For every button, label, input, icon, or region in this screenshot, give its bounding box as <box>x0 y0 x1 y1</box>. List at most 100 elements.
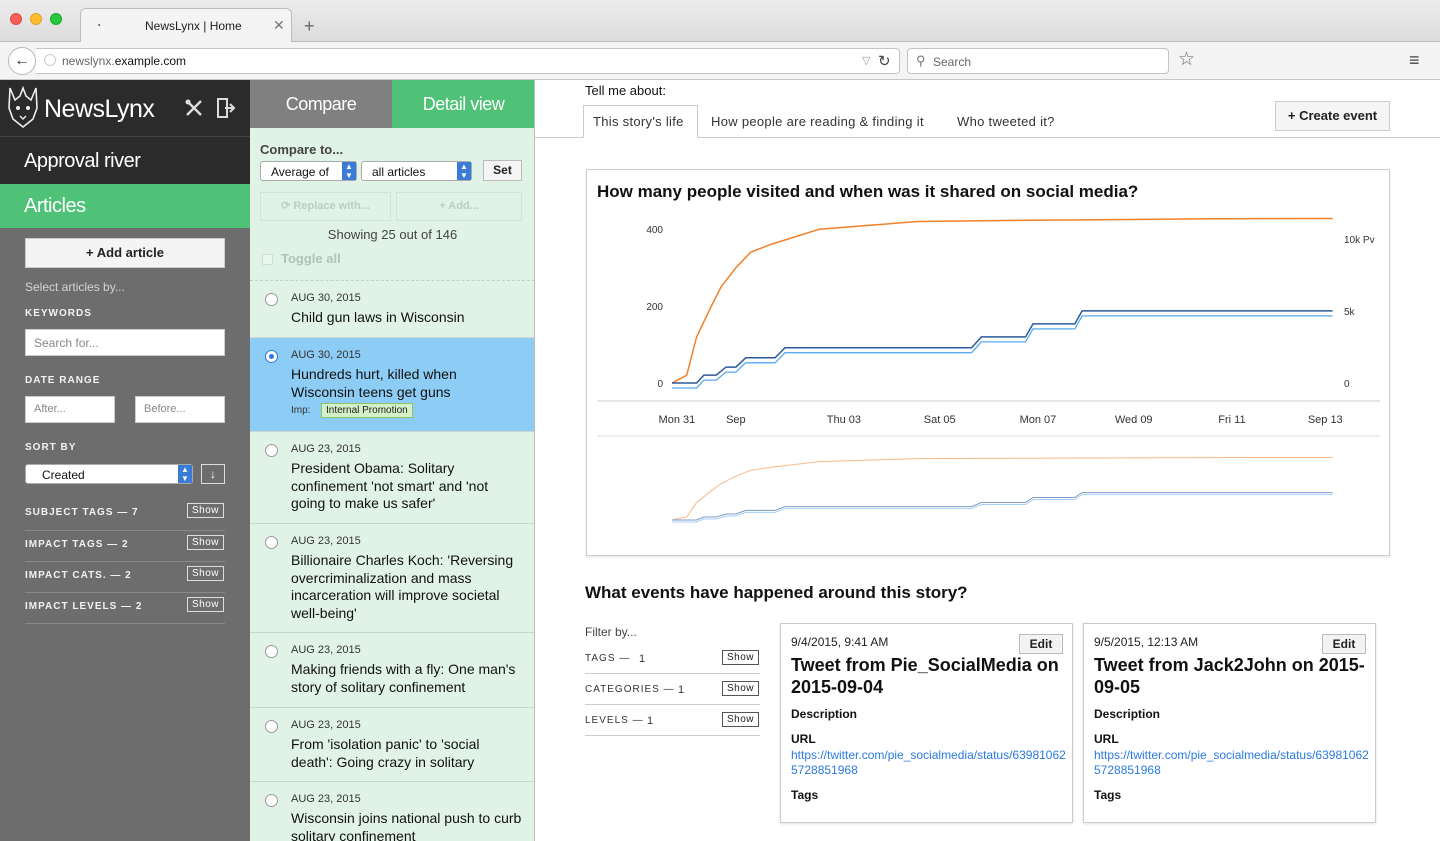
browser-tab[interactable]: ᛫ NewsLynx | Home ✕ <box>80 8 292 43</box>
article-radio[interactable] <box>265 794 278 807</box>
event-title: Tweet from Pie_SocialMedia on 2015-09-04 <box>791 655 1059 697</box>
article-radio-checked[interactable] <box>265 350 278 363</box>
article-item[interactable]: AUG 30, 2015 Child gun laws in Wisconsin <box>250 281 534 338</box>
filter-impact-tags: IMPACT TAGS — 2 Show <box>25 531 225 562</box>
nav-approval-river[interactable]: Approval river <box>0 136 250 184</box>
keywords-search-input[interactable]: Search for... <box>25 329 225 356</box>
back-button[interactable]: ← <box>8 47 36 75</box>
article-item[interactable]: AUG 23, 2015 From 'isolation panic' to '… <box>250 708 534 782</box>
replace-with-button[interactable]: ⟳ Replace with... <box>260 192 391 221</box>
brush-series-line-secondary <box>672 494 1333 523</box>
sort-select-value: Created <box>42 468 85 482</box>
event-edit-button[interactable]: Edit <box>1019 634 1063 654</box>
show-impact-levels-button[interactable]: Show <box>187 597 225 612</box>
compare-scope-select[interactable]: all articles ▲ ▼ <box>361 161 472 181</box>
article-item[interactable]: AUG 23, 2015 President Obama: Solitary c… <box>250 432 534 524</box>
impact-tag-badge: Internal Promotion <box>321 403 413 418</box>
articles-panel: Compare Detail view Compare to... Averag… <box>250 80 535 841</box>
brush-series-line <box>672 492 1333 521</box>
compare-scope-value: all articles <box>372 165 426 179</box>
url-bar[interactable]: newslynx.example.com ▽ ↻ <box>36 48 900 74</box>
y-right-tick-label: 10k Pv <box>1344 235 1375 246</box>
event-edit-button[interactable]: Edit <box>1322 634 1366 654</box>
browser-search-bar[interactable]: ⚲ Search <box>907 48 1169 74</box>
set-button[interactable]: Set <box>483 160 522 181</box>
tab-reading-finding[interactable]: How people are reading & finding it <box>711 114 924 129</box>
article-item[interactable]: AUG 23, 2015 Making friends with a fly: … <box>250 633 534 708</box>
y-left-tick-label: 0 <box>657 379 663 390</box>
show-subject-tags-button[interactable]: Show <box>187 503 225 518</box>
date-range-label: DATE RANGE <box>25 375 101 386</box>
reload-icon[interactable]: ↻ <box>878 52 891 70</box>
sort-direction-button[interactable]: ↓ <box>201 464 225 484</box>
y-right-tick-label: 0 <box>1344 379 1350 390</box>
add-article-button[interactable]: + Add article <box>25 238 225 268</box>
toggle-all-checkbox[interactable] <box>262 254 273 265</box>
timeseries-chart[interactable]: Mon 31 Sep Thu 03 Sat 05 Mon 07 Wed 09 Fri 11 S… <box>587 170 1391 557</box>
tab-close-icon[interactable]: ✕ <box>273 17 285 34</box>
article-radio[interactable] <box>265 536 278 549</box>
tab-detail-view[interactable]: Detail view <box>392 80 534 128</box>
compare-mode-select[interactable]: Average of ▲ ▼ <box>260 161 357 181</box>
event-filter-levels: LEVELS — 1 Show <box>585 705 760 736</box>
event-filter-count: 1 <box>647 715 654 727</box>
sort-select[interactable]: Created ▲ ▼ <box>25 464 193 484</box>
minimize-window-button[interactable] <box>30 13 42 25</box>
compare-to-label: Compare to... <box>260 142 344 157</box>
tab-story-life[interactable]: This story's life <box>593 114 684 129</box>
chevron-updown-icon: ▲ ▼ <box>457 162 471 180</box>
article-title: Hundreds hurt, killed when Wisconsin tee… <box>291 366 457 400</box>
logout-icon[interactable] <box>216 97 236 119</box>
hamburger-menu-icon[interactable]: ≡ <box>1409 50 1420 71</box>
article-date: AUG 30, 2015 <box>291 349 361 361</box>
series-line <box>672 310 1333 384</box>
tell-me-label: Tell me about: <box>585 83 666 98</box>
show-event-tags-button[interactable]: Show <box>722 650 760 665</box>
close-window-button[interactable] <box>10 13 22 25</box>
date-before-input[interactable]: Before... <box>135 396 225 423</box>
article-item-selected[interactable]: AUG 30, 2015 Hundreds hurt, killed when … <box>250 338 534 432</box>
article-radio[interactable] <box>265 720 278 733</box>
add-compare-button[interactable]: + Add... <box>396 192 522 221</box>
article-item[interactable]: AUG 23, 2015 Wisconsin joins national pu… <box>250 782 534 841</box>
tab-who-tweeted[interactable]: Who tweeted it? <box>957 114 1055 129</box>
event-url-link[interactable]: https://twitter.com/pie_socialmedia/stat… <box>1094 748 1369 778</box>
show-event-categories-button[interactable]: Show <box>722 681 760 696</box>
create-event-button[interactable]: + Create event <box>1275 101 1390 131</box>
zoom-window-button[interactable] <box>50 13 62 25</box>
filter-impact-levels: IMPACT LEVELS — 2 Show <box>25 593 225 624</box>
event-filter-tags: TAGS — 1 Show <box>585 643 760 674</box>
filter-subject-tags-label: SUBJECT TAGS — 7 <box>25 507 139 518</box>
refresh-icon: ⟳ <box>281 200 294 212</box>
article-radio[interactable] <box>265 444 278 457</box>
x-tick-label: Mon 31 <box>659 414 696 426</box>
tab-compare[interactable]: Compare <box>250 80 392 128</box>
x-tick-label: Thu 03 <box>827 414 861 426</box>
new-tab-button[interactable]: + <box>304 16 315 37</box>
event-url-label: URL <box>791 732 816 746</box>
y-right-tick-label: 5k <box>1344 307 1356 318</box>
event-filter-label: TAGS — <box>585 653 631 664</box>
article-date: AUG 23, 2015 <box>291 535 361 547</box>
show-impact-cats-button[interactable]: Show <box>187 566 225 581</box>
event-url-link[interactable]: https://twitter.com/pie_socialmedia/stat… <box>791 748 1066 778</box>
show-impact-tags-button[interactable]: Show <box>187 535 225 550</box>
article-radio[interactable] <box>265 293 278 306</box>
tools-icon[interactable] <box>184 98 204 118</box>
article-date: AUG 23, 2015 <box>291 793 361 805</box>
event-tags-label: Tags <box>791 788 819 802</box>
chevron-updown-icon: ▲ ▼ <box>178 465 192 483</box>
bookmark-star-icon[interactable]: ☆ <box>1178 48 1195 71</box>
nav-articles[interactable]: Articles <box>0 184 250 228</box>
event-tags-label: Tags <box>1094 788 1122 802</box>
x-tick-label: Sep <box>726 414 746 426</box>
browser-search-placeholder: Search <box>933 55 972 69</box>
article-radio[interactable] <box>265 645 278 658</box>
lynx-logo-icon <box>8 86 38 128</box>
article-item[interactable]: AUG 23, 2015 Billionaire Charles Koch: '… <box>250 524 534 633</box>
dropdown-arrow-icon[interactable]: ▽ <box>862 54 870 67</box>
show-event-levels-button[interactable]: Show <box>722 712 760 727</box>
globe-icon <box>44 54 56 66</box>
date-after-input[interactable]: After... <box>25 396 115 423</box>
keywords-label: KEYWORDS <box>25 308 92 319</box>
